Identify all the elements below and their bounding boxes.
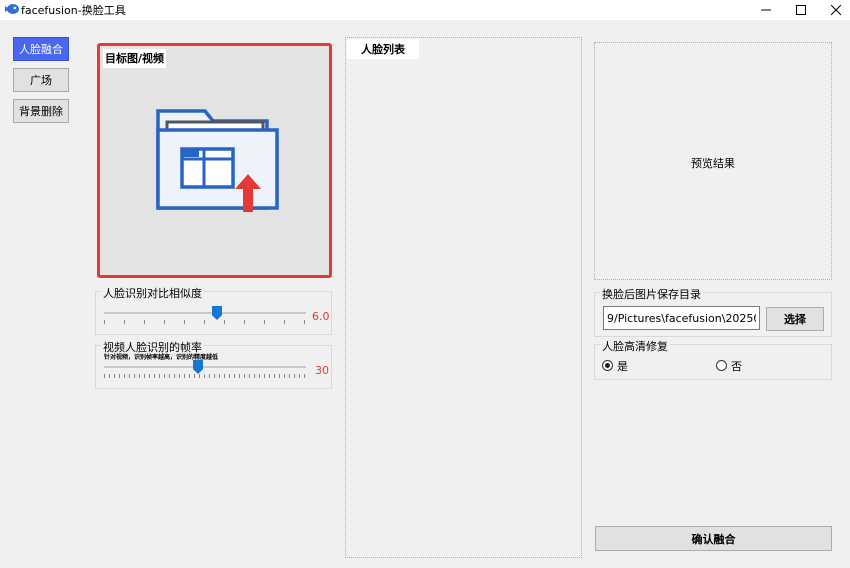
close-button[interactable] (818, 0, 850, 20)
similarity-slider-track[interactable] (104, 312, 306, 314)
enhance-yes-label: 是 (617, 360, 628, 373)
similarity-group: 人脸识别对比相似度 6.0 (95, 285, 332, 335)
enhance-group: 人脸高清修复 (594, 338, 832, 380)
framerate-value: 30 (315, 364, 329, 377)
enhance-title: 人脸高清修复 (600, 338, 670, 354)
close-icon (831, 5, 841, 15)
framerate-group: 视频人脸识别的帧率 针对视频，识别帧率越高，识别的精度越低 30 (95, 339, 332, 389)
similarity-value: 6.0 (312, 310, 330, 323)
title-bar: facefusion-换脸工具 (0, 0, 850, 20)
window-title: facefusion-换脸工具 (21, 4, 126, 17)
minimize-button[interactable] (748, 0, 784, 20)
minimize-icon (761, 9, 771, 11)
framerate-slider-thumb[interactable] (193, 360, 203, 374)
framerate-hint: 针对视频，识别帧率越高，识别的精度越低 (104, 354, 219, 361)
target-label: 目标图/视频 (103, 49, 167, 68)
nav-face-fusion-button[interactable]: 人脸融合 (13, 37, 69, 61)
folder-upload-icon (156, 109, 279, 212)
maximize-button[interactable] (783, 0, 819, 20)
preview-text: 预览结果 (691, 157, 735, 170)
target-upload-area[interactable]: 目标图/视频 (97, 43, 332, 278)
nav-plaza-button[interactable]: 广场 (13, 68, 69, 92)
similarity-title: 人脸识别对比相似度 (101, 285, 204, 301)
maximize-icon (796, 5, 806, 15)
enhance-yes-radio[interactable] (602, 360, 613, 371)
select-dir-button[interactable]: 选择 (766, 307, 824, 331)
app-icon (5, 4, 19, 14)
face-list-panel[interactable]: 人脸列表 (345, 37, 582, 558)
similarity-slider-ticks (104, 320, 305, 324)
nav-background-remove-button[interactable]: 背景删除 (13, 99, 69, 123)
enhance-no-label: 否 (731, 360, 742, 373)
save-dir-input[interactable] (603, 306, 760, 330)
enhance-no-radio[interactable] (716, 360, 727, 371)
similarity-slider-thumb[interactable] (212, 306, 222, 320)
framerate-slider-ticks (104, 374, 305, 378)
framerate-slider-track[interactable] (104, 366, 306, 368)
preview-panel: 预览结果 (594, 42, 832, 280)
confirm-fusion-button[interactable]: 确认融合 (595, 526, 832, 551)
face-list-title: 人脸列表 (347, 39, 419, 59)
save-dir-title: 换脸后图片保存目录 (600, 286, 703, 302)
